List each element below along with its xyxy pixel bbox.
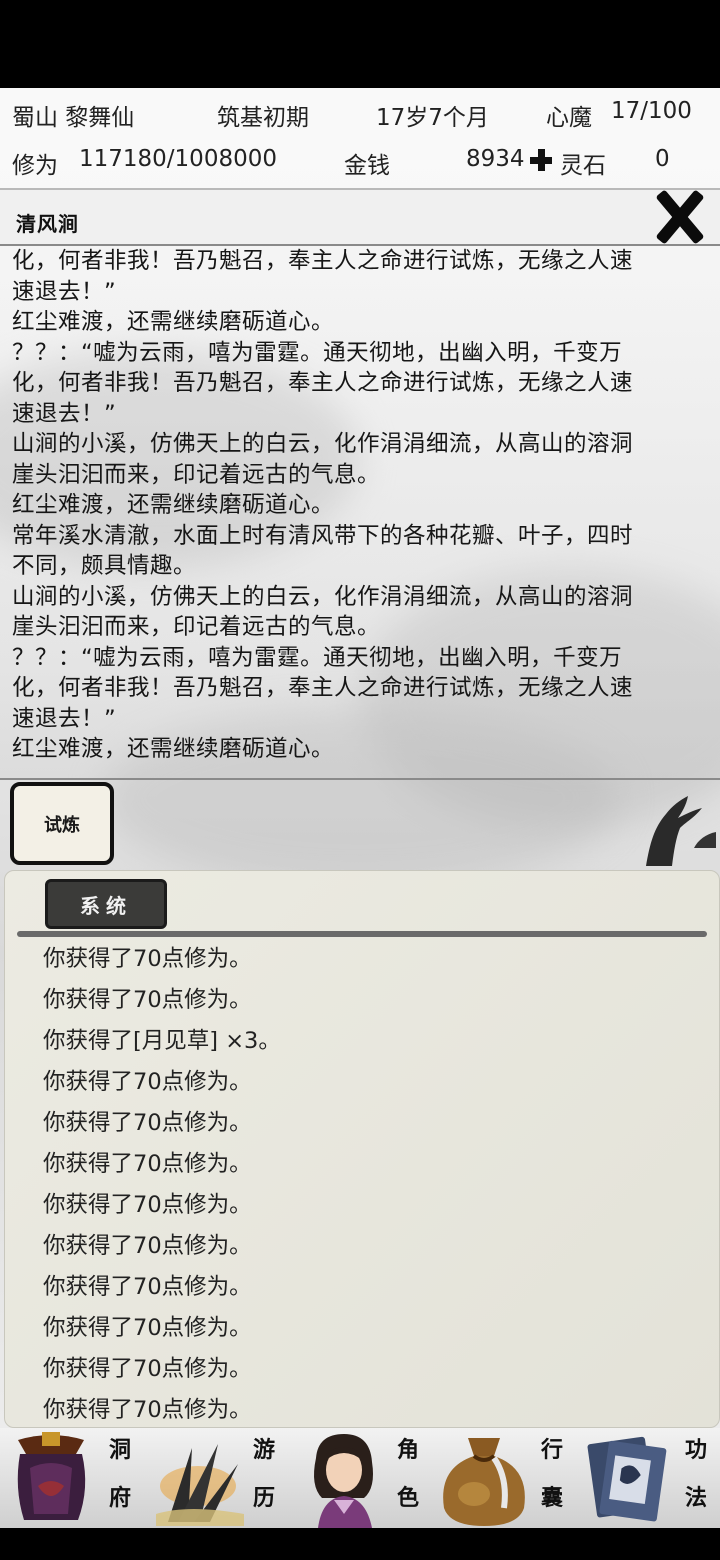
nav-travel-label-2: 历 xyxy=(252,1486,275,1511)
story-line: 不同，颇具情趣。 xyxy=(12,553,197,579)
story-text: 化，何者非我！吾乃魁召，奉主人之命进行试炼，无缘之人速 速退去！” 红尘难渡，还需继… xyxy=(12,246,702,765)
nav-bag-label-1: 行 xyxy=(540,1438,563,1463)
nav-cave-label-2: 府 xyxy=(108,1486,131,1511)
close-icon[interactable] xyxy=(652,188,708,248)
money-value: 8934 xyxy=(466,146,525,172)
story-line: 化，何者非我！吾乃魁召，奉主人之命进行试炼，无缘之人速 xyxy=(12,370,634,396)
divider xyxy=(17,931,707,937)
cultivation-value: 117180/1008000 xyxy=(79,146,277,172)
cultivation-label: 修为 xyxy=(12,153,58,179)
system-message: 你获得了70点修为。 xyxy=(43,1315,252,1341)
story-line: ？？：“嘘为云雨，嘻为雷霆。通天彻地，出幽入明，千变万 xyxy=(12,644,623,671)
skills-book-icon xyxy=(587,1436,667,1522)
nav-character-label-1: 角 xyxy=(396,1438,419,1463)
system-message-list[interactable]: 你获得了70点修为。 你获得了70点修为。 你获得了[月见草] ×3。 你获得了70点… xyxy=(43,939,683,1427)
story-line: 山涧的小溪，仿佛天上的白云，化作涓涓细流，从高山的溶洞 xyxy=(12,431,634,457)
nav-skills-label-1: 功 xyxy=(684,1438,707,1463)
system-message: 你获得了70点修为。 xyxy=(43,1069,252,1095)
player-name: 蜀山 黎舞仙 xyxy=(12,105,135,131)
travel-grass-icon xyxy=(156,1444,244,1526)
nav-skills[interactable]: 功 法 xyxy=(576,1428,720,1528)
demon-label: 心魔 xyxy=(546,105,592,131)
spirit-stone-value: 0 xyxy=(655,146,670,172)
story-line: 化，何者非我！吾乃魁召，奉主人之命进行试炼，无缘之人速 xyxy=(12,675,634,701)
system-message: 你获得了70点修为。 xyxy=(43,987,252,1013)
story-line: 速退去！” xyxy=(12,400,117,427)
game-screen: 蜀山 黎舞仙 筑基初期 17岁7个月 心魔 17/100 修为 117180/1… xyxy=(0,88,720,1528)
story-line: ？？：“嘘为云雨，嘻为雷霆。通天彻地，出幽入明，千变万 xyxy=(12,339,623,366)
system-message: 你获得了70点修为。 xyxy=(43,946,252,972)
realm-text: 筑基初期 xyxy=(217,105,309,131)
story-line: 红尘难渡，还需继续磨砺道心。 xyxy=(12,309,335,335)
trial-button[interactable]: 试炼 xyxy=(10,782,114,865)
nav-cave-label-1: 洞 xyxy=(108,1438,131,1463)
system-message: 你获得了70点修为。 xyxy=(43,1356,252,1382)
nav-cave[interactable]: 洞 府 xyxy=(0,1428,144,1528)
nav-skills-label-2: 法 xyxy=(684,1486,707,1511)
money-label: 金钱 xyxy=(344,153,390,179)
story-line: 崖头汩汩而来，印记着远古的气息。 xyxy=(12,461,381,488)
system-message: 你获得了70点修为。 xyxy=(43,1233,252,1259)
story-line: 化，何者非我！吾乃魁召，奉主人之命进行试炼，无缘之人速 xyxy=(12,248,634,274)
nav-character-label-2: 色 xyxy=(396,1486,419,1511)
story-line: 红尘难渡，还需继续磨砺道心。 xyxy=(12,492,335,518)
story-line: 常年溪水清澈，水面上时有清风带下的各种花瓣、叶子，四时 xyxy=(12,522,634,549)
story-line: 速退去！” xyxy=(12,278,117,305)
tab-system[interactable]: 系统 xyxy=(45,879,167,929)
story-line: 红尘难渡，还需继续磨砺道心。 xyxy=(12,736,335,762)
character-portrait-icon xyxy=(314,1434,373,1528)
nav-travel-label-1: 游 xyxy=(252,1438,275,1463)
story-log[interactable]: 化，何者非我！吾乃魁召，奉主人之命进行试炼，无缘之人速 速退去！” 红尘难渡，还需继… xyxy=(0,244,720,780)
cave-lantern-icon xyxy=(17,1432,86,1520)
plus-icon[interactable] xyxy=(528,146,552,174)
location-title: 清风涧 xyxy=(16,212,79,236)
age-text: 17岁7个月 xyxy=(376,105,489,131)
system-panel: 系统 你获得了70点修为。 你获得了70点修为。 你获得了[月见草] ×3。 你获得了… xyxy=(4,870,720,1428)
bag-sack-icon xyxy=(443,1438,525,1526)
system-message: 你获得了[月见草] ×3。 xyxy=(43,1028,281,1054)
story-line: 速退去！” xyxy=(12,705,117,732)
ink-tree-icon xyxy=(646,796,716,866)
status-header: 蜀山 黎舞仙 筑基初期 17岁7个月 心魔 17/100 修为 117180/1… xyxy=(0,88,720,190)
system-message: 你获得了70点修为。 xyxy=(43,1110,252,1136)
system-message: 你获得了70点修为。 xyxy=(43,1192,252,1218)
demon-value: 17/100 xyxy=(611,98,692,124)
system-message: 你获得了70点修为。 xyxy=(43,1274,252,1300)
system-message: 你获得了70点修为。 xyxy=(43,1151,252,1177)
system-message: 你获得了70点修为。 xyxy=(43,1397,252,1423)
nav-bag[interactable]: 行 囊 xyxy=(432,1428,576,1528)
spirit-stone-label: 灵石 xyxy=(560,153,606,179)
nav-bag-label-2: 囊 xyxy=(540,1486,563,1511)
story-line: 崖头汩汩而来，印记着远古的气息。 xyxy=(12,614,381,640)
story-line: 山涧的小溪，仿佛天上的白云，化作涓涓细流，从高山的溶洞 xyxy=(12,583,634,610)
bottom-nav: 洞 府 游 历 角 色 行 囊 功 法 xyxy=(0,1428,720,1528)
nav-travel[interactable]: 游 历 xyxy=(144,1428,288,1528)
nav-character[interactable]: 角 色 xyxy=(288,1428,432,1528)
